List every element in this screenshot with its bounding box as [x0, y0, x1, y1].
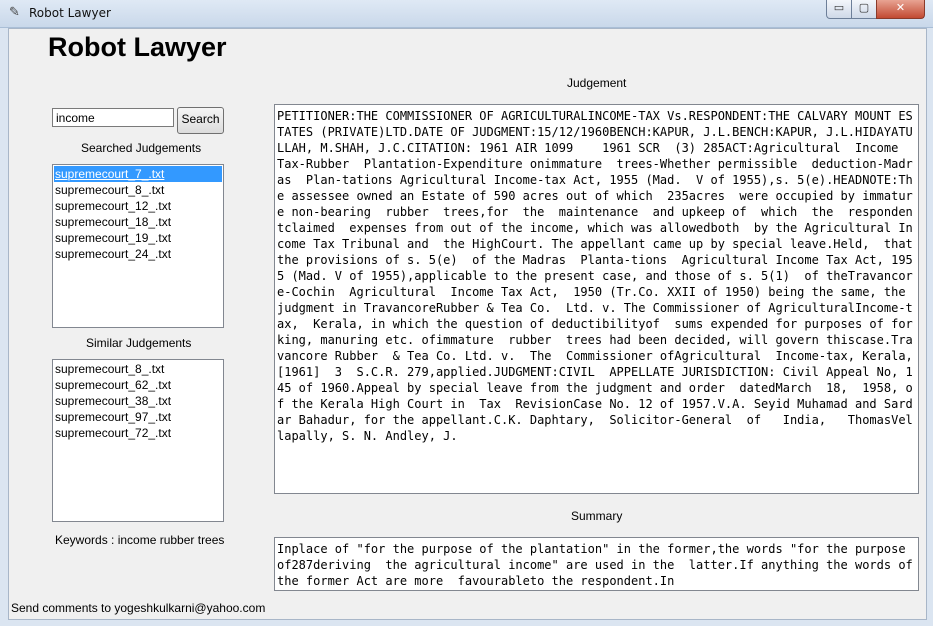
list-item[interactable]: supremecourt_18_.txt [54, 214, 222, 230]
window-title: Robot Lawyer [29, 6, 111, 20]
list-item[interactable]: supremecourt_24_.txt [54, 246, 222, 262]
feather-icon: ✎ [9, 5, 20, 20]
summary-label: Summary [571, 509, 623, 523]
app-heading: Robot Lawyer [48, 32, 227, 62]
status-text: Send comments to yogeshkulkarni@yahoo.co… [11, 601, 266, 615]
searched-judgements-label: Searched Judgements [81, 141, 202, 155]
search-button[interactable]: Search [177, 107, 224, 134]
list-item[interactable]: supremecourt_7_.txt [54, 166, 222, 182]
summary-text: Inplace of "for the purpose of the plant… [277, 542, 913, 588]
maximize-button[interactable]: ▢ [851, 0, 877, 19]
judgement-text: PETITIONER:THE COMMISSIONER OF AGRICULTU… [277, 109, 913, 443]
client-area: Robot Lawyer Search Searched Judgements … [8, 28, 927, 620]
keywords-text: Keywords : income rubber trees [55, 533, 225, 547]
list-item[interactable]: supremecourt_62_.txt [54, 377, 222, 393]
searched-judgements-list[interactable]: supremecourt_7_.txt supremecourt_8_.txt su… [52, 164, 224, 328]
list-item[interactable]: supremecourt_72_.txt [54, 425, 222, 441]
list-item[interactable]: supremecourt_8_.txt [54, 361, 222, 377]
list-item[interactable]: supremecourt_19_.txt [54, 230, 222, 246]
judgement-textbox[interactable]: PETITIONER:THE COMMISSIONER OF AGRICULTU… [274, 104, 919, 494]
summary-textbox[interactable]: Inplace of "for the purpose of the plant… [274, 537, 919, 591]
similar-judgements-list[interactable]: supremecourt_8_.txt supremecourt_62_.txt s… [52, 359, 224, 522]
list-item[interactable]: supremecourt_12_.txt [54, 198, 222, 214]
list-item[interactable]: supremecourt_38_.txt [54, 393, 222, 409]
similar-judgements-label: Similar Judgements [86, 336, 192, 350]
judgement-label: Judgement [567, 76, 627, 90]
list-item[interactable]: supremecourt_97_.txt [54, 409, 222, 425]
app-window: ✎ Robot Lawyer ▭ ▢ ✕ Robot Lawyer Search… [0, 0, 933, 626]
search-input[interactable] [52, 108, 174, 127]
minimize-button[interactable]: ▭ [826, 0, 852, 19]
list-item[interactable]: supremecourt_8_.txt [54, 182, 222, 198]
close-button[interactable]: ✕ [876, 0, 925, 19]
title-bar: ✎ Robot Lawyer ▭ ▢ ✕ [0, 0, 933, 28]
